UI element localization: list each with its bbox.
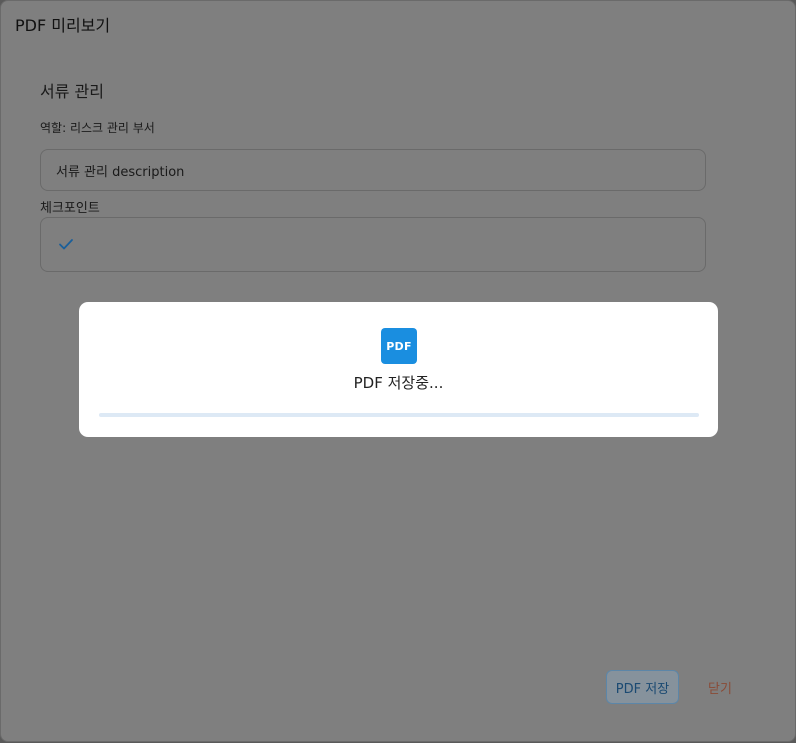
saving-progress-bar <box>99 413 699 417</box>
document-section-title: 서류 관리 <box>40 82 104 101</box>
description-text: 서류 관리 description <box>56 164 185 180</box>
dialog-title: PDF 미리보기 <box>15 16 111 35</box>
checkpoint-label: 체크포인트 <box>40 201 100 216</box>
pdf-icon-label: PDF <box>386 339 412 353</box>
pdf-file-icon: PDF <box>381 328 417 364</box>
description-field: 서류 관리 description <box>40 149 706 191</box>
role-text: 역할: 리스크 관리 부서 <box>40 121 155 135</box>
checkmark-icon <box>59 239 73 250</box>
saving-modal: PDF PDF 저장중... <box>79 302 718 437</box>
checkpoint-box <box>40 217 706 272</box>
saving-message: PDF 저장중... <box>353 374 444 392</box>
close-button[interactable]: 닫기 <box>703 677 737 697</box>
save-pdf-button[interactable]: PDF 저장 <box>606 670 679 704</box>
